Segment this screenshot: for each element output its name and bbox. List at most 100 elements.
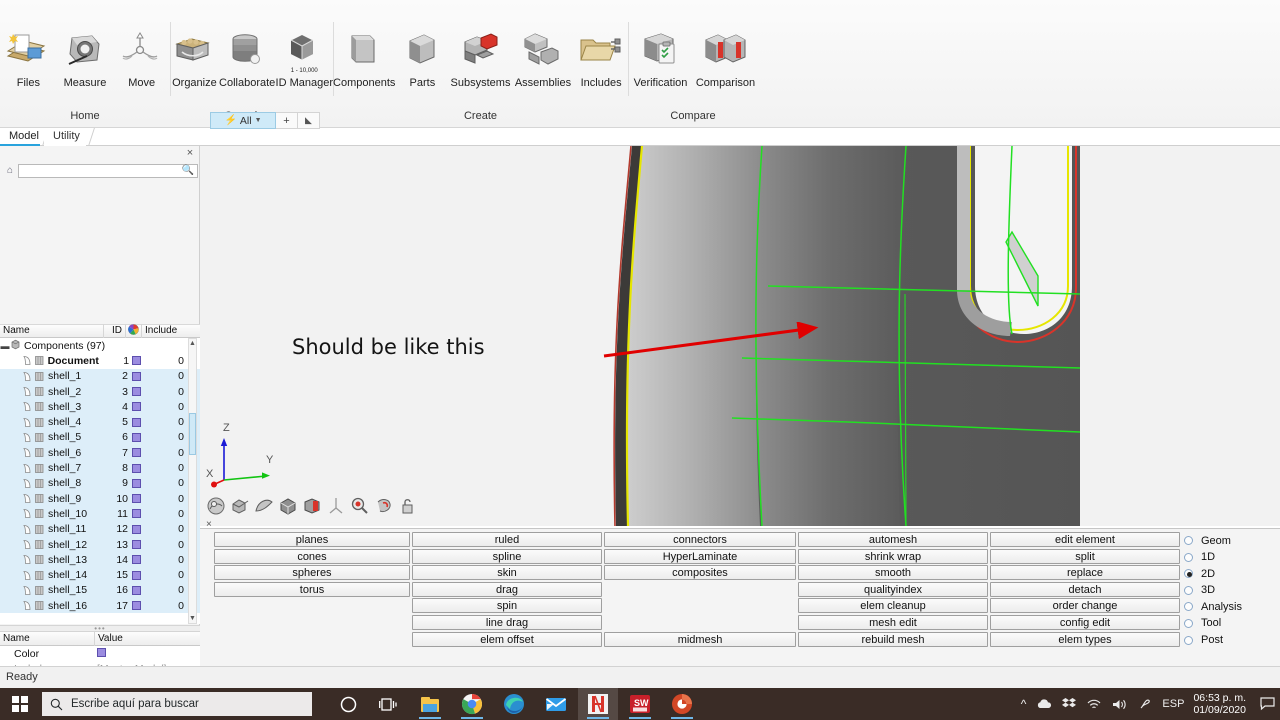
radio-indicator[interactable] (1184, 536, 1193, 545)
tree-row[interactable]: Document 1 0 (0, 353, 200, 368)
task-view-icon[interactable] (368, 688, 408, 720)
command-button-torus[interactable]: torus (214, 581, 410, 597)
home-icon[interactable]: ⌂ (2, 165, 18, 176)
mode-radio-post[interactable]: Post (1184, 633, 1242, 648)
tree-row[interactable]: shell_3 4 0 (0, 399, 200, 415)
tree-root-components[interactable]: ▬ Components (97) (0, 338, 200, 353)
tree-row[interactable]: shell_16 17 0 (0, 598, 200, 614)
tab-model[interactable]: Model (0, 128, 40, 146)
composite-layers-icon[interactable] (302, 496, 322, 516)
taskbar-search-box[interactable]: Escribe aquí para buscar (42, 692, 312, 716)
command-button-ruled[interactable]: ruled (412, 532, 602, 547)
color-swatch[interactable] (128, 448, 144, 458)
ribbon-button-components[interactable]: Components (333, 30, 395, 89)
radio-indicator[interactable] (1184, 552, 1193, 562)
shrink-elements-icon[interactable] (230, 496, 250, 516)
windows-start-icon[interactable] (0, 688, 40, 720)
command-button-elem-types[interactable]: elem types (990, 631, 1180, 647)
hypermesh-icon[interactable] (578, 688, 618, 720)
command-button-config-edit[interactable]: config edit (990, 614, 1180, 630)
color-swatch[interactable] (128, 540, 144, 549)
ribbon-button-move[interactable]: Move (113, 30, 170, 89)
command-button-replace[interactable]: replace (990, 565, 1180, 581)
color-swatch[interactable] (128, 387, 144, 397)
find-magnifier-icon[interactable] (350, 496, 370, 516)
tree-row[interactable]: shell_11 12 0 (0, 521, 200, 537)
mode-radio-2d[interactable]: 2D (1184, 566, 1242, 581)
color-swatch[interactable] (128, 570, 144, 580)
add-button[interactable]: + (276, 112, 298, 129)
command-button-skin[interactable]: skin (412, 565, 602, 581)
color-swatch[interactable] (128, 509, 144, 519)
command-button-spheres[interactable]: spheres (214, 565, 410, 581)
command-button-mesh-edit[interactable]: mesh edit (798, 614, 988, 630)
scroll-up-icon[interactable]: ▲ (189, 339, 196, 348)
color-swatch[interactable] (128, 463, 144, 473)
color-swatch[interactable] (128, 432, 144, 442)
ribbon-button-parts[interactable]: Parts (395, 30, 449, 89)
language-indicator[interactable]: ESP (1157, 688, 1189, 720)
color-swatch[interactable] (128, 371, 144, 381)
expand-collapse-icon[interactable]: ▬ (0, 341, 10, 351)
command-button-shrink-wrap[interactable]: shrink wrap (798, 548, 988, 564)
tree-row[interactable]: shell_2 3 0 (0, 383, 200, 400)
file-explorer-icon[interactable] (410, 688, 450, 720)
solidworks-icon[interactable]: SW (620, 688, 660, 720)
column-header-include[interactable]: Include (142, 324, 198, 338)
tree-row[interactable]: shell_5 6 0 (0, 429, 200, 446)
command-button-planes[interactable]: planes (214, 532, 410, 547)
mode-radio-3d[interactable]: 3D (1184, 583, 1242, 598)
tree-row[interactable]: shell_12 13 0 (0, 536, 200, 553)
ribbon-button-assemblies[interactable]: Assemblies (512, 30, 574, 89)
chevron-up-icon[interactable]: ^ (1016, 688, 1032, 720)
tree-scrollbar[interactable]: ▲ ▼ (188, 338, 197, 624)
command-button-midmesh[interactable]: midmesh (604, 631, 796, 647)
command-button-line-drag[interactable]: line drag (412, 614, 602, 630)
column-header-id[interactable]: ID (104, 324, 126, 338)
color-swatch[interactable] (128, 585, 144, 595)
scrollbar-thumb[interactable] (189, 413, 196, 455)
color-swatch[interactable] (129, 356, 145, 366)
ribbon-button-comparison[interactable]: Comparison (693, 30, 758, 89)
ribbon-button-measure[interactable]: Measure (57, 30, 114, 89)
dropbox-icon[interactable] (1057, 688, 1081, 720)
surface-display-icon[interactable] (254, 496, 274, 516)
component-tree[interactable]: ▬ Components (97) Document 1 0 shell_1 2 0 shell… (0, 338, 200, 624)
command-button-spin[interactable]: spin (412, 598, 602, 614)
color-swatch[interactable] (128, 417, 144, 427)
color-swatch[interactable] (128, 524, 144, 534)
ribbon-button-files[interactable]: Files (0, 30, 57, 89)
ribbon-button-verification[interactable]: Verification (628, 30, 693, 89)
tree-row[interactable]: shell_4 5 0 (0, 414, 200, 430)
color-swatch[interactable] (128, 555, 144, 565)
cortana-circle-icon[interactable] (328, 688, 368, 720)
tree-row[interactable]: shell_6 7 0 (0, 445, 200, 461)
command-button-automesh[interactable]: automesh (798, 532, 988, 547)
command-button-order-change[interactable]: order change (990, 598, 1180, 614)
command-button-qualityindex[interactable]: qualityindex (798, 581, 988, 597)
mask-display-icon[interactable] (374, 496, 394, 516)
search-input[interactable] (22, 164, 182, 177)
command-button-rebuild-mesh[interactable]: rebuild mesh (798, 631, 988, 647)
command-button-split[interactable]: split (990, 548, 1180, 564)
vector-display-icon[interactable] (326, 496, 346, 516)
graphics-viewport[interactable]: Should be like this Z Y X (200, 146, 1280, 526)
command-button-hyperlaminate[interactable]: HyperLaminate (604, 548, 796, 564)
radio-indicator[interactable] (1184, 618, 1193, 628)
ribbon-button-includes[interactable]: Includes (574, 30, 628, 89)
command-button-detach[interactable]: detach (990, 581, 1180, 597)
radio-indicator[interactable] (1184, 569, 1193, 579)
property-row[interactable]: Color (0, 646, 200, 661)
tree-row[interactable]: shell_9 10 0 (0, 490, 200, 507)
property-header-name[interactable]: Name (0, 631, 95, 646)
onedrive-cloud-icon[interactable] (1031, 688, 1057, 720)
command-button-elem-cleanup[interactable]: elem cleanup (798, 598, 988, 614)
column-header-name[interactable]: Name (0, 324, 104, 338)
speaker-icon[interactable] (1107, 688, 1133, 720)
radio-indicator[interactable] (1184, 635, 1193, 645)
mail-icon[interactable] (536, 688, 576, 720)
close-icon[interactable]: × (184, 148, 196, 160)
tree-row[interactable]: shell_14 15 0 (0, 567, 200, 583)
ribbon-button-id-manager[interactable]: 1 - 10,000 ID Manager (276, 30, 333, 89)
property-header-value[interactable]: Value (95, 633, 200, 644)
